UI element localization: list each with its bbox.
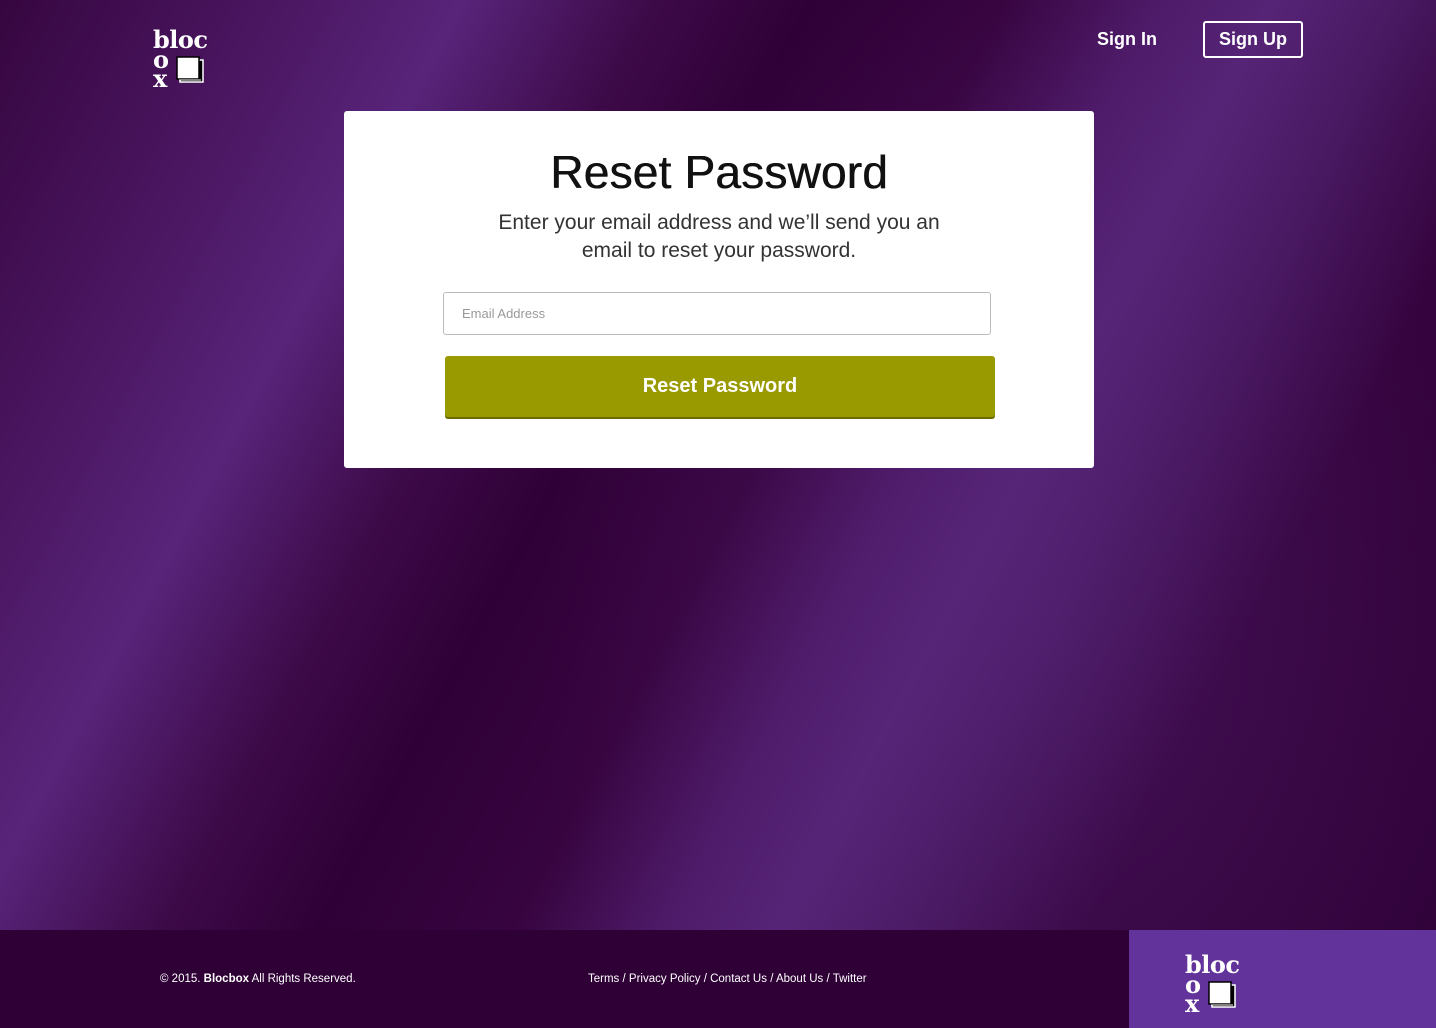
footer-separator: / [770,973,774,985]
footer-link-privacy-policy[interactable]: Privacy Policy [629,973,701,985]
footer-link-twitter[interactable]: Twitter [833,973,867,985]
sign-up-label: Sign Up [1219,29,1287,49]
blocbox-logo[interactable]: bloc o x [153,28,215,92]
footer-link-about-us[interactable]: About Us [776,973,823,985]
email-field[interactable] [443,292,991,335]
logo-text-x: x [1185,989,1199,1018]
sign-in-link[interactable]: Sign In [1097,28,1157,50]
footer-link-contact-us[interactable]: Contact Us [710,973,767,985]
copyright-brand: Blocbox [203,973,250,985]
copyright-prefix: © 2015. [160,973,201,985]
footer-separator: / [826,973,830,985]
footer-logo-panel [1129,930,1436,1028]
reset-password-button[interactable]: Reset Password [445,356,995,417]
logo-box-icon [1208,981,1236,1008]
copyright-text: © 2015. Blocbox All Rights Reserved. [160,972,356,986]
logo-text-x: x [153,64,167,93]
footer-blocbox-logo[interactable]: bloc o x [1185,953,1247,1017]
footer-separator: / [703,973,707,985]
logo-box-icon [176,56,204,83]
sign-up-button[interactable]: Sign Up [1203,21,1303,58]
reset-description: Enter your email address and we’ll send … [498,211,940,262]
footer-link-terms[interactable]: Terms [588,973,619,985]
footer-links: Terms / Privacy Policy / Contact Us / Ab… [588,972,867,986]
reset-password-card: Reset Password Enter your email address … [344,111,1094,468]
copyright-suffix: All Rights Reserved. [251,973,356,985]
page-title: Reset Password [550,146,888,198]
footer-separator: / [622,973,626,985]
